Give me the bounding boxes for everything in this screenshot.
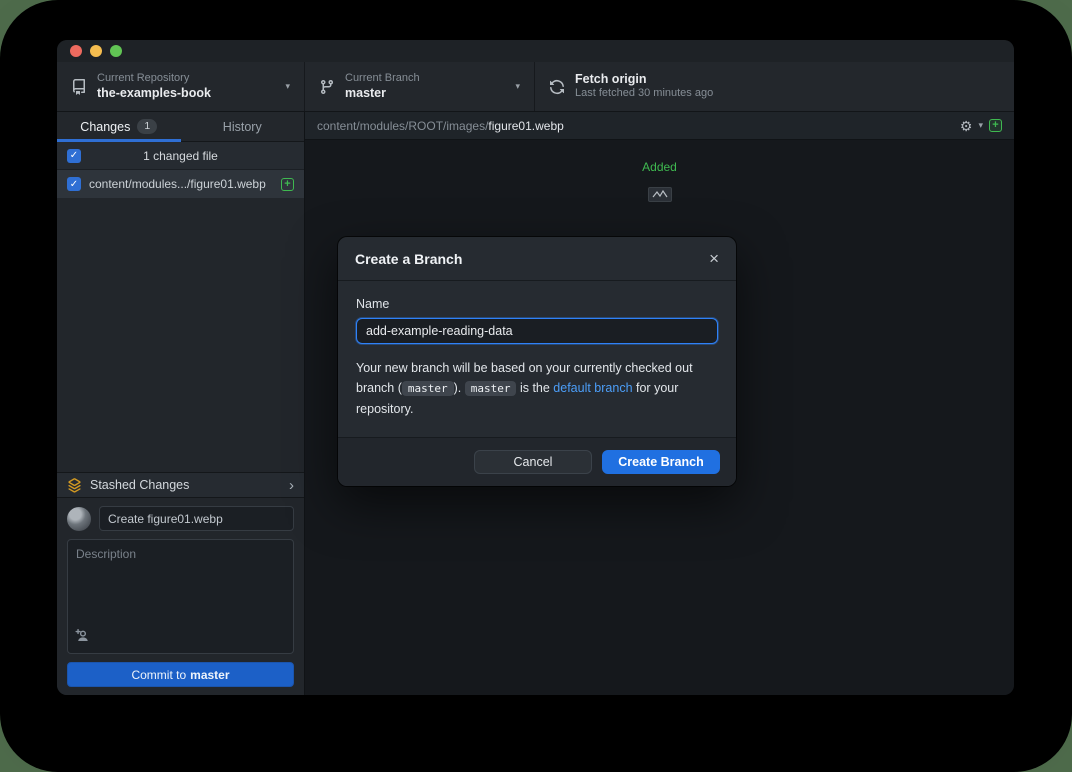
tab-history-label: History (223, 120, 262, 134)
commit-description-input[interactable] (67, 539, 294, 654)
diff-status-label: Added (305, 160, 1014, 174)
default-branch-link[interactable]: default branch (553, 381, 632, 395)
commit-button[interactable]: Commit to master (67, 662, 294, 687)
commit-summary-input[interactable] (99, 506, 294, 531)
file-added-status-icon: + (281, 178, 294, 191)
tab-history[interactable]: History (181, 112, 305, 141)
user-avatar (67, 507, 91, 531)
create-branch-button[interactable]: Create Branch (602, 450, 720, 474)
changed-files-summary-row: ✓ 1 changed file (57, 142, 304, 170)
diff-added-icon: + (989, 119, 1002, 132)
gear-icon[interactable]: ⚙ (960, 119, 973, 133)
current-branch-label: Current Branch (345, 72, 505, 86)
tab-changes-label: Changes (80, 120, 130, 134)
titlebar (57, 40, 1014, 62)
current-repository-value: the-examples-book (97, 86, 275, 102)
traffic-lights (70, 45, 122, 57)
fetch-origin-title: Fetch origin (575, 72, 1000, 88)
desktop-background: Current Repository the-examples-book ▾ C… (0, 0, 1072, 772)
select-all-checkbox[interactable]: ✓ (67, 149, 81, 163)
dialog-body: Name Your new branch will be based on yo… (338, 281, 736, 437)
dialog-title: Create a Branch (355, 251, 462, 267)
create-branch-dialog: Create a Branch × Name Your new branch w… (338, 237, 736, 486)
commit-panel: Commit to master (57, 498, 304, 695)
file-checkbox[interactable]: ✓ (67, 177, 81, 191)
chevron-down-icon: ▾ (515, 81, 520, 92)
file-path-header: content/modules/ROOT/images/figure01.web… (305, 112, 1014, 140)
changed-file-row[interactable]: ✓ content/modules.../figure01.webp + (57, 170, 304, 198)
current-branch-value: master (345, 86, 505, 102)
current-repository-label: Current Repository (97, 72, 275, 86)
check-icon: ✓ (70, 179, 78, 190)
branch-name-input[interactable] (356, 318, 718, 344)
changed-file-name: content/modules.../figure01.webp (89, 177, 273, 191)
sync-icon (549, 79, 565, 95)
stash-icon (67, 478, 82, 493)
branch-code-badge: master (465, 381, 517, 396)
file-list-empty-area (57, 198, 304, 472)
commit-button-prefix: Commit to (131, 668, 186, 682)
zoom-window-button[interactable] (110, 45, 122, 57)
close-window-button[interactable] (70, 45, 82, 57)
dialog-header: Create a Branch × (338, 237, 736, 281)
current-repository-button[interactable]: Current Repository the-examples-book ▾ (57, 62, 305, 111)
toolbar: Current Repository the-examples-book ▾ C… (57, 62, 1014, 112)
chevron-down-icon[interactable]: ▾ (978, 120, 983, 131)
branch-code-badge: master (402, 381, 454, 396)
commit-button-branch: master (190, 668, 229, 682)
chevron-down-icon: ▾ (285, 81, 290, 92)
changes-count-badge: 1 (137, 119, 157, 135)
file-path-directory: content/modules/ROOT/images/ (317, 119, 488, 133)
minimize-window-button[interactable] (90, 45, 102, 57)
stashed-changes-row[interactable]: Stashed Changes › (57, 472, 304, 498)
dialog-footer: Cancel Create Branch (338, 437, 736, 486)
tab-changes[interactable]: Changes 1 (57, 112, 181, 141)
file-path-filename: figure01.webp (488, 119, 563, 133)
git-branch-icon (319, 79, 335, 95)
add-coauthor-icon[interactable] (75, 628, 90, 646)
branch-name-label: Name (356, 297, 718, 311)
fetch-origin-button[interactable]: Fetch origin Last fetched 30 minutes ago (535, 62, 1014, 111)
changes-sidebar: Changes 1 History ✓ 1 changed file ✓ con… (57, 112, 305, 695)
check-icon: ✓ (70, 150, 78, 161)
dialog-description: Your new branch will be based on your cu… (356, 358, 718, 419)
stashed-changes-label: Stashed Changes (90, 478, 281, 492)
fetch-origin-subtitle: Last fetched 30 minutes ago (575, 87, 1000, 101)
github-desktop-window: Current Repository the-examples-book ▾ C… (57, 40, 1014, 695)
cancel-button[interactable]: Cancel (474, 450, 592, 474)
chevron-right-icon: › (289, 478, 294, 493)
current-branch-button[interactable]: Current Branch master ▾ (305, 62, 535, 111)
sidebar-tabbar: Changes 1 History (57, 112, 304, 142)
close-icon[interactable]: × (709, 250, 719, 267)
changed-files-summary: 1 changed file (143, 149, 218, 163)
repo-icon (71, 79, 87, 95)
image-thumbnail (648, 187, 672, 202)
